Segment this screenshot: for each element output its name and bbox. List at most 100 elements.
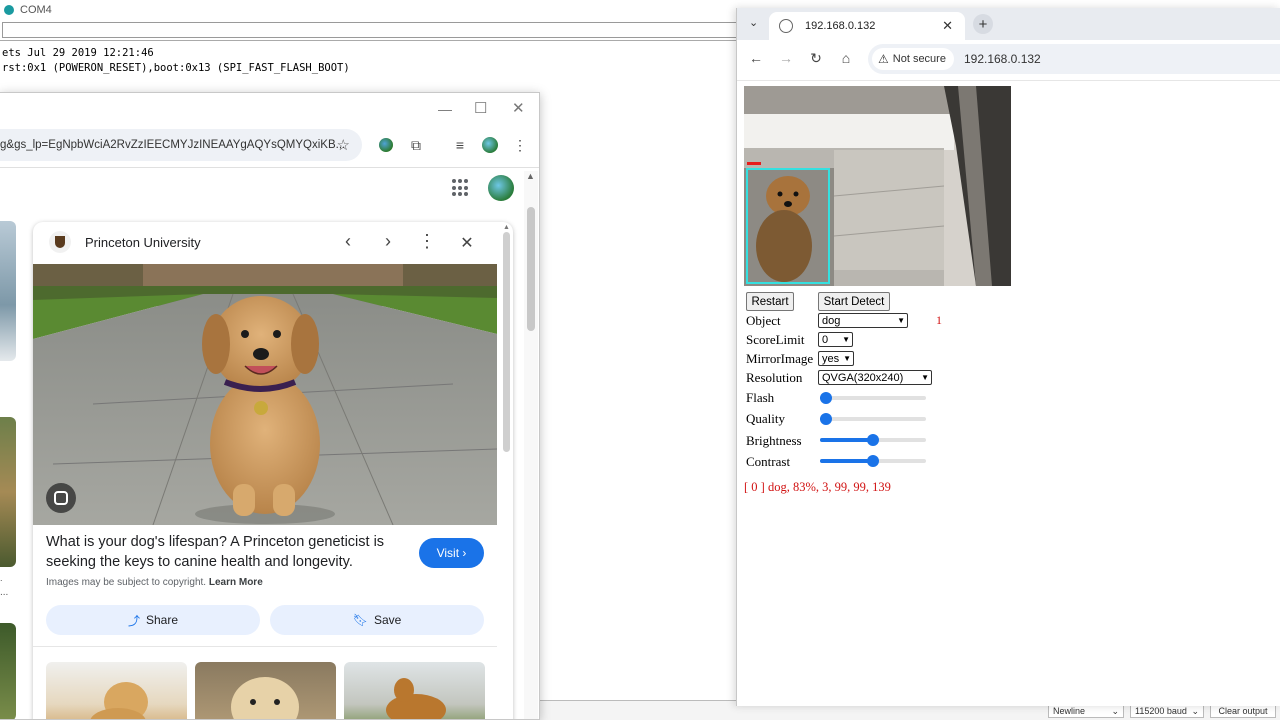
baud-value: 115200 baud	[1135, 706, 1187, 716]
reload-icon[interactable]: ↻	[807, 50, 825, 67]
slider-knob[interactable]	[820, 413, 832, 425]
address-bar[interactable]: g&gs_lp=EgNpbWciA2RvZzIEECMYJzINEAAYgAQY…	[0, 129, 362, 161]
security-label: Not secure	[892, 53, 946, 65]
flash-slider[interactable]	[820, 391, 926, 405]
detection-result: [ 0 ] dog, 83%, 3, 99, 99, 139	[744, 480, 891, 494]
back-arrow-icon[interactable]: ←	[747, 50, 765, 66]
baud-select[interactable]: 115200 baud ⌄	[1130, 704, 1204, 718]
share-button[interactable]: ⤴ Share	[46, 605, 260, 635]
detection-label-marker	[747, 162, 761, 165]
slider-knob[interactable]	[867, 455, 879, 467]
brightness-slider[interactable]	[820, 433, 926, 447]
card-title[interactable]: What is your dog's lifespan? A Princeton…	[46, 532, 406, 572]
scroll-up-arrow-icon[interactable]: ▲	[503, 224, 510, 231]
contrast-slider[interactable]	[820, 454, 926, 468]
close-icon[interactable]: ✕	[457, 233, 477, 253]
side-thumbnail[interactable]	[0, 417, 16, 567]
resolution-select[interactable]: QVGA(320x240) ▼	[818, 370, 932, 385]
mirror-image-label: MirrorImage	[746, 351, 814, 366]
card-header: Princeton University ‹ › ⋮ ✕	[33, 222, 513, 264]
copyright-text: Images may be subject to copyright.	[46, 577, 207, 588]
chevron-down-icon: ⌄	[1191, 705, 1199, 716]
image-detail-card: Princeton University ‹ › ⋮ ✕ ▲ What is y…	[33, 222, 513, 719]
new-tab-icon[interactable]: +	[973, 14, 993, 34]
save-button[interactable]: 🔖︎ Save	[270, 605, 484, 635]
side-caption: .	[0, 573, 3, 583]
detection-bounding-box	[746, 168, 830, 284]
related-image-thumbnail[interactable]	[46, 662, 187, 719]
object-select[interactable]: dog ▼	[818, 313, 908, 328]
slider-knob[interactable]	[820, 392, 832, 404]
visit-button[interactable]: Visit ›	[419, 538, 484, 568]
related-image-thumbnail[interactable]	[344, 662, 485, 719]
dog-image[interactable]	[33, 264, 497, 525]
card-scrollbar-thumb[interactable]	[503, 232, 510, 452]
mirror-image-select[interactable]: yes ▼	[818, 351, 854, 366]
slider-knob[interactable]	[867, 434, 879, 446]
bookmark-icon: 🔖︎	[352, 613, 368, 627]
quality-label: Quality	[746, 411, 785, 426]
chevron-left-icon[interactable]: ‹	[338, 231, 358, 252]
close-icon[interactable]: ✕	[512, 99, 525, 117]
close-tab-icon[interactable]: ✕	[942, 18, 953, 34]
scroll-up-arrow-icon[interactable]: ▲	[526, 171, 535, 181]
restart-button[interactable]: Restart	[746, 292, 794, 311]
learn-more-link[interactable]: Learn More	[209, 577, 263, 588]
line-ending-value: Newline	[1053, 706, 1086, 716]
share-icon: ⤴	[127, 613, 140, 628]
score-limit-select[interactable]: 0 ▼	[818, 332, 853, 347]
account-avatar[interactable]	[488, 175, 514, 201]
serial-line: ets Jul 29 2019 12:21:46	[2, 47, 154, 59]
side-thumbnail[interactable]	[0, 623, 16, 719]
visit-label: Visit	[436, 546, 460, 560]
apps-grid-icon[interactable]	[452, 179, 470, 197]
toolbar-divider	[737, 80, 1280, 81]
star-icon[interactable]: ☆	[337, 136, 350, 154]
chevron-down-icon: ▼	[921, 373, 929, 382]
kebab-menu-icon[interactable]: ⋮	[510, 135, 530, 155]
puzzle-icon[interactable]: ⧉	[406, 135, 426, 155]
brightness-label: Brightness	[746, 433, 802, 448]
chevron-right-icon: ›	[462, 546, 467, 560]
media-control-icon[interactable]: ≡	[450, 135, 470, 155]
home-icon[interactable]: ⌂	[837, 50, 855, 66]
score-limit-value: 0	[822, 333, 829, 346]
clear-output-label: Clear output	[1218, 706, 1268, 716]
puppy-thumbnail-art	[231, 677, 299, 719]
source-name: Princeton University	[85, 235, 201, 250]
minimize-icon[interactable]: —	[438, 101, 452, 117]
serial-send-input[interactable]	[2, 22, 738, 38]
princeton-logo-icon	[49, 231, 71, 253]
save-label: Save	[373, 613, 402, 627]
quality-slider[interactable]	[820, 412, 926, 426]
line-ending-select[interactable]: Newline ⌄	[1048, 704, 1124, 718]
page-scrollbar-thumb[interactable]	[527, 207, 535, 331]
chevron-right-icon[interactable]: ›	[378, 231, 398, 252]
chevron-down-icon: ▼	[843, 354, 851, 363]
clear-output-button[interactable]: Clear output	[1210, 704, 1276, 718]
address-bar[interactable]: ⚠ Not secure 192.168.0.132	[868, 44, 1280, 74]
contrast-label: Contrast	[746, 454, 791, 469]
google-lens-icon[interactable]	[46, 483, 76, 513]
arduino-icon	[4, 5, 14, 15]
forward-arrow-icon[interactable]: →	[777, 50, 795, 66]
start-detect-button[interactable]: Start Detect	[818, 292, 890, 311]
tab-active[interactable]: 192.168.0.132 ✕	[769, 12, 965, 40]
card-scrollbar[interactable]: ▲	[500, 222, 513, 719]
puppy-photo	[33, 264, 497, 525]
address-url: 192.168.0.132	[963, 52, 1041, 66]
dog-thumbnail-art	[386, 678, 446, 719]
object-value: dog	[822, 314, 841, 327]
security-chip[interactable]: ⚠ Not secure	[872, 48, 954, 70]
maximize-icon[interactable]: ☐	[474, 99, 487, 117]
related-divider	[33, 646, 497, 647]
kebab-menu-icon[interactable]: ⋮	[417, 231, 437, 252]
profile-icon[interactable]	[480, 135, 500, 155]
related-image-thumbnail[interactable]	[195, 662, 336, 719]
side-thumbnail[interactable]	[0, 221, 16, 361]
camera-stream-image	[744, 86, 1011, 286]
extension-globe-icon[interactable]	[376, 135, 396, 155]
tab-search-chevron-icon[interactable]: ⌄	[749, 16, 758, 29]
globe-icon	[779, 19, 793, 33]
page-scrollbar[interactable]: ▲	[524, 171, 538, 719]
